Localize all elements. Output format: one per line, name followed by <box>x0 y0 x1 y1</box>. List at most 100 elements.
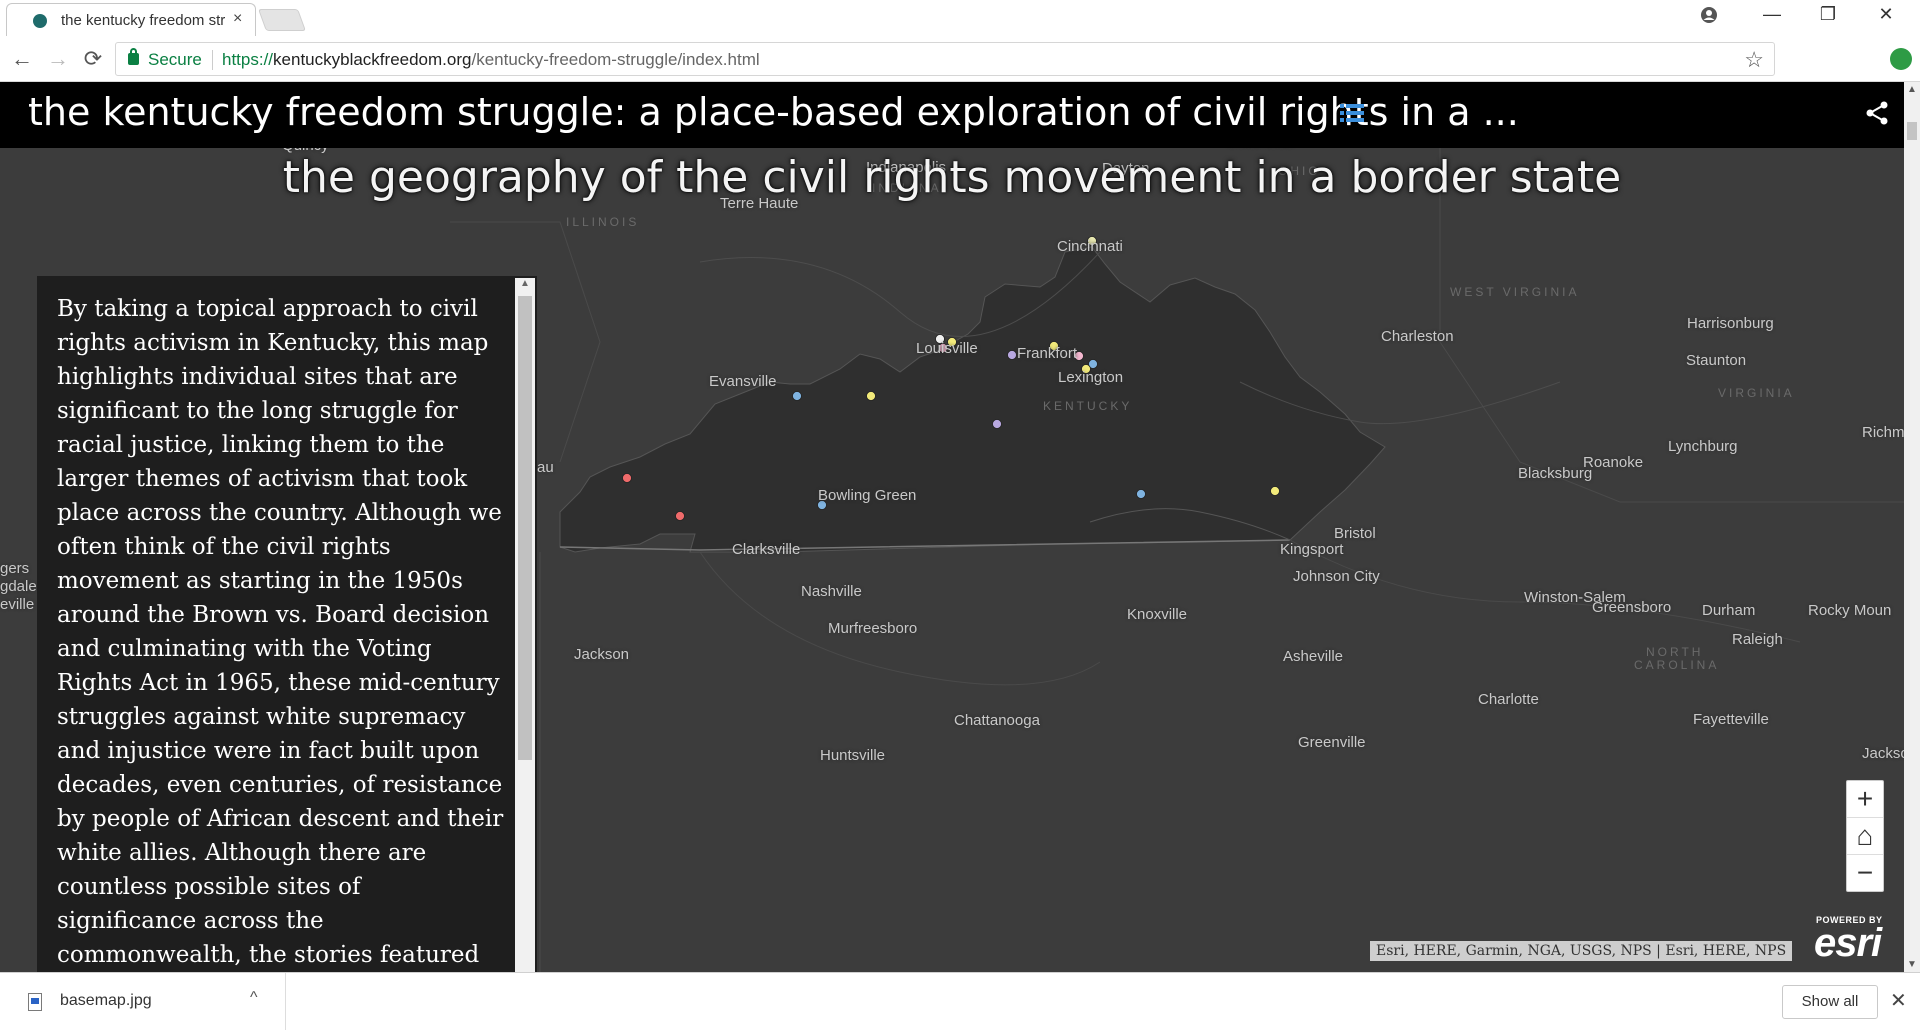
panel-scrollbar[interactable]: ▲ <box>515 278 535 972</box>
close-window-button[interactable]: ✕ <box>1866 4 1906 25</box>
city-label: Cincinnati <box>1057 238 1123 255</box>
zoom-in-button[interactable]: + <box>1847 781 1883 818</box>
esri-wordmark: esri <box>1814 921 1882 965</box>
city-label: Asheville <box>1283 648 1344 665</box>
city-label: Greenville <box>1298 734 1366 751</box>
tab-title: the kentucky freedom struggle: a place-b… <box>61 12 226 29</box>
city-label: Blacksburg <box>1518 465 1593 482</box>
region-label: ILLINOIS <box>566 215 640 229</box>
esri-logo[interactable]: POWERED BY esri <box>1810 915 1886 965</box>
zoom-controls: + ⌂ − <box>1846 780 1884 892</box>
reload-icon[interactable]: ⟳ <box>79 46 107 72</box>
story-header: the kentucky freedom struggle: a place-b… <box>0 82 1904 148</box>
site-marker[interactable] <box>675 511 685 521</box>
site-marker[interactable] <box>992 419 1002 429</box>
city-label: Huntsville <box>820 747 886 764</box>
restore-button[interactable]: ❐ <box>1808 4 1848 25</box>
tab-close-icon[interactable]: × <box>233 10 242 28</box>
city-label: Jackso <box>1862 745 1904 762</box>
city-label: Bowling Green <box>818 487 917 504</box>
home-icon[interactable]: ⌂ <box>1847 818 1883 855</box>
story-map-page: QuincyColumbusIndianapolisDaytonTerre Ha… <box>0 82 1904 972</box>
back-icon[interactable]: ← <box>8 46 36 72</box>
site-marker[interactable] <box>1007 350 1017 360</box>
tab-strip: the kentucky freedom struggle: a place-b… <box>0 0 1920 36</box>
site-marker[interactable] <box>622 473 632 483</box>
bookmark-star-icon[interactable]: ☆ <box>1744 47 1764 73</box>
secure-label: Secure <box>148 50 202 69</box>
site-favicon-icon <box>33 14 47 28</box>
url-text[interactable]: https://kentuckyblackfreedom.org/kentuck… <box>222 50 760 70</box>
city-label: Bristol <box>1334 525 1376 542</box>
site-marker[interactable] <box>1136 489 1146 499</box>
site-marker[interactable] <box>1270 486 1280 496</box>
image-file-icon <box>28 993 42 1011</box>
city-label: au <box>537 459 554 476</box>
close-download-bar-icon[interactable]: ✕ <box>1890 988 1907 1013</box>
city-label: gers <box>0 560 30 577</box>
city-label: Lynchburg <box>1668 438 1738 455</box>
browser-tab[interactable]: the kentucky freedom struggle: a place-b… <box>6 3 256 36</box>
browser-toolbar: ← → ⟳ Secure https://kentuckyblackfreedo… <box>0 36 1920 82</box>
city-label: Fayetteville <box>1693 711 1769 728</box>
new-tab-button[interactable] <box>257 9 307 31</box>
map-subtitle: the geography of the civil rights moveme… <box>282 152 1622 203</box>
zoom-out-button[interactable]: − <box>1847 855 1883 892</box>
list-icon[interactable] <box>1340 102 1364 124</box>
panel-text: By taking a topical approach to civil ri… <box>57 296 504 968</box>
region-label: VIRGINIA <box>1718 386 1795 400</box>
city-label: Murfreesboro <box>828 620 918 637</box>
city-label: Charleston <box>1381 328 1454 345</box>
region-label: CAROLINA <box>1634 658 1720 672</box>
city-label: Greensboro <box>1592 599 1672 616</box>
url-host: kentuckyblackfreedom.org <box>273 50 472 69</box>
profile-icon[interactable] <box>1700 6 1718 24</box>
scroll-up-arrow-icon[interactable]: ▲ <box>520 278 530 289</box>
region-label: KENTUCKY <box>1043 399 1133 413</box>
omnibox-divider <box>212 50 213 70</box>
url-path: /kentucky-freedom-struggle/index.html <box>471 50 760 69</box>
city-label: Johnson City <box>1293 568 1380 585</box>
city-label: gdale <box>0 578 37 595</box>
city-label: eville <box>0 596 35 613</box>
city-label: Kingsport <box>1280 541 1344 558</box>
city-label: Richm <box>1862 424 1904 441</box>
city-label: Frankfort <box>1017 345 1078 362</box>
map-attribution: Esri, HERE, Garmin, NGA, USGS, NPS | Esr… <box>1370 941 1793 961</box>
city-label: Jackson <box>574 646 630 663</box>
page-scroll-up-icon[interactable]: ▲ <box>1907 84 1917 95</box>
city-label: Raleigh <box>1732 631 1783 648</box>
chevron-up-icon[interactable]: ^ <box>250 989 258 1007</box>
city-label: Durham <box>1702 602 1756 619</box>
share-icon[interactable] <box>1864 100 1890 126</box>
extension-icon[interactable] <box>1890 48 1912 70</box>
site-marker[interactable] <box>792 391 802 401</box>
city-label: Evansville <box>709 373 777 390</box>
region-label: WEST VIRGINIA <box>1450 285 1580 299</box>
city-label: Harrisonburg <box>1687 315 1774 332</box>
story-title: the kentucky freedom struggle: a place-b… <box>28 90 1519 134</box>
city-label: Nashville <box>801 583 862 600</box>
download-bar: basemap.jpg ^ Show all ✕ <box>0 972 1920 1030</box>
page-scrollbar[interactable]: ▲ ▼ <box>1904 82 1920 972</box>
city-label: Chattanooga <box>954 712 1040 729</box>
download-file-name[interactable]: basemap.jpg <box>60 992 152 1010</box>
city-label: Clarksville <box>732 541 801 558</box>
story-side-panel: By taking a topical approach to civil ri… <box>37 276 537 972</box>
download-item[interactable]: basemap.jpg ^ <box>0 973 286 1030</box>
page-scroll-down-icon[interactable]: ▼ <box>1907 959 1917 970</box>
lock-icon <box>128 48 139 65</box>
show-all-button[interactable]: Show all <box>1782 985 1878 1019</box>
page-scroll-thumb[interactable] <box>1907 122 1917 140</box>
region-label: NORTH <box>1646 645 1704 659</box>
city-label: Staunton <box>1686 352 1747 369</box>
site-marker[interactable] <box>866 391 876 401</box>
address-bar[interactable]: Secure https://kentuckyblackfreedom.org/… <box>115 42 1775 76</box>
forward-icon[interactable]: → <box>44 46 72 72</box>
panel-scroll-thumb[interactable] <box>518 296 532 760</box>
url-protocol: https:// <box>222 50 274 69</box>
city-label: Charlotte <box>1478 691 1539 708</box>
city-label: Rocky Moun <box>1808 602 1892 619</box>
minimize-button[interactable]: — <box>1752 4 1792 25</box>
city-label: Knoxville <box>1127 606 1188 623</box>
